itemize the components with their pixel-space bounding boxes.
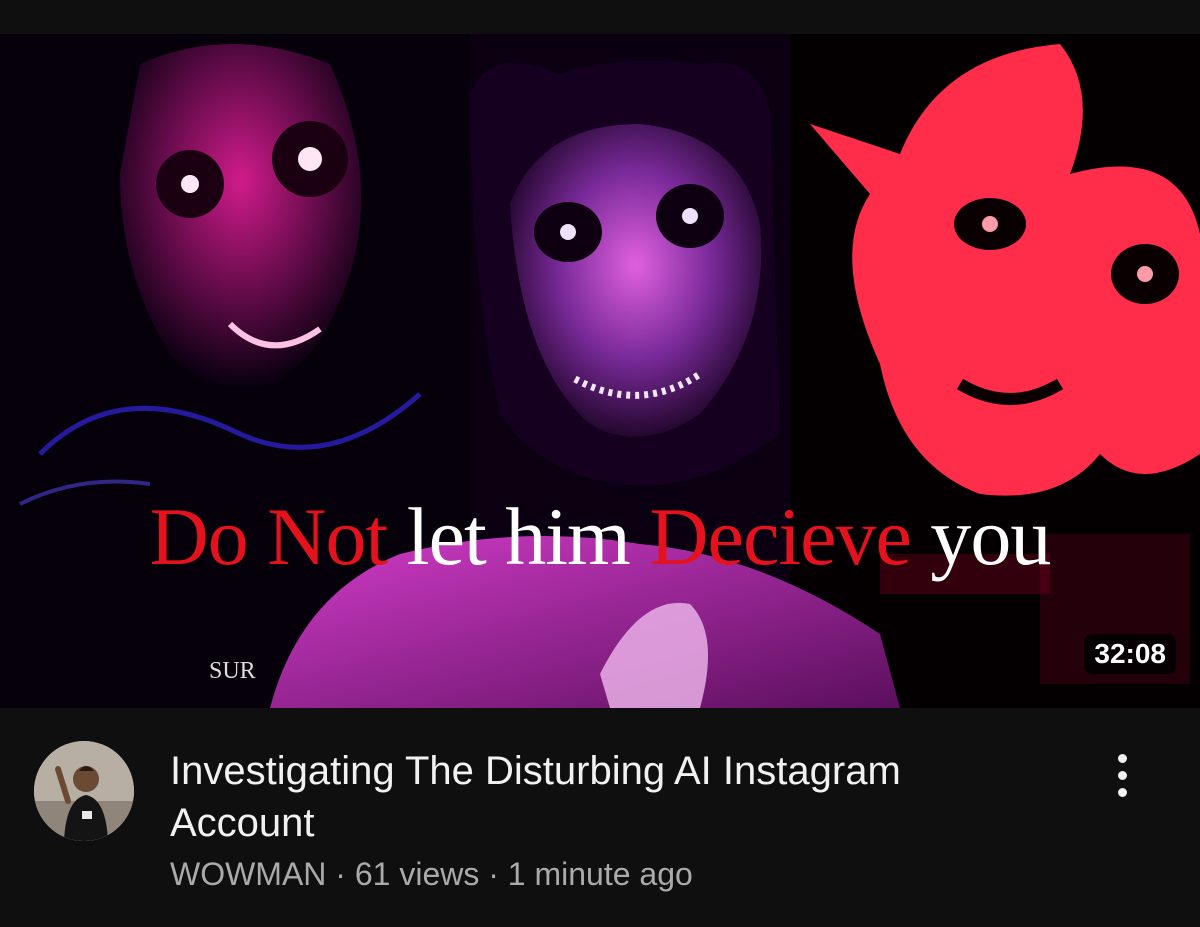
meta-separator: · <box>335 856 346 892</box>
more-vertical-icon[interactable] <box>1100 745 1144 805</box>
headline-part-4: you <box>930 491 1051 582</box>
channel-avatar[interactable] <box>34 741 134 841</box>
thumbnail-watermark: SUR <box>209 658 256 684</box>
video-title[interactable]: Investigating The Disturbing AI Instagra… <box>170 745 1050 849</box>
headline-part-1: Do Not <box>149 491 389 582</box>
headline-part-2: let him <box>406 491 631 582</box>
avatar-image <box>34 741 134 841</box>
video-meta: WOWMAN · 61 views · 1 minute ago <box>170 854 693 894</box>
headline-part-3: Decieve <box>649 491 912 582</box>
more-dot <box>1117 770 1127 780</box>
channel-name[interactable]: WOWMAN <box>170 856 326 892</box>
view-count: 61 views <box>354 856 480 892</box>
more-dot <box>1117 753 1127 763</box>
thumbnail-headline: Do Not let him Decieve you <box>0 496 1200 578</box>
upload-time: 1 minute ago <box>507 856 693 892</box>
meta-separator: · <box>488 856 499 892</box>
more-dot <box>1117 787 1127 797</box>
middle-creature <box>470 60 780 486</box>
duration-badge: 32:08 <box>1084 634 1176 674</box>
video-thumbnail[interactable]: Do Not let him Decieve you SUR 32:08 <box>0 34 1200 708</box>
thumbnail-artwork <box>0 34 1200 708</box>
video-card[interactable]: Do Not let him Decieve you SUR 32:08 Inv… <box>0 0 1200 927</box>
